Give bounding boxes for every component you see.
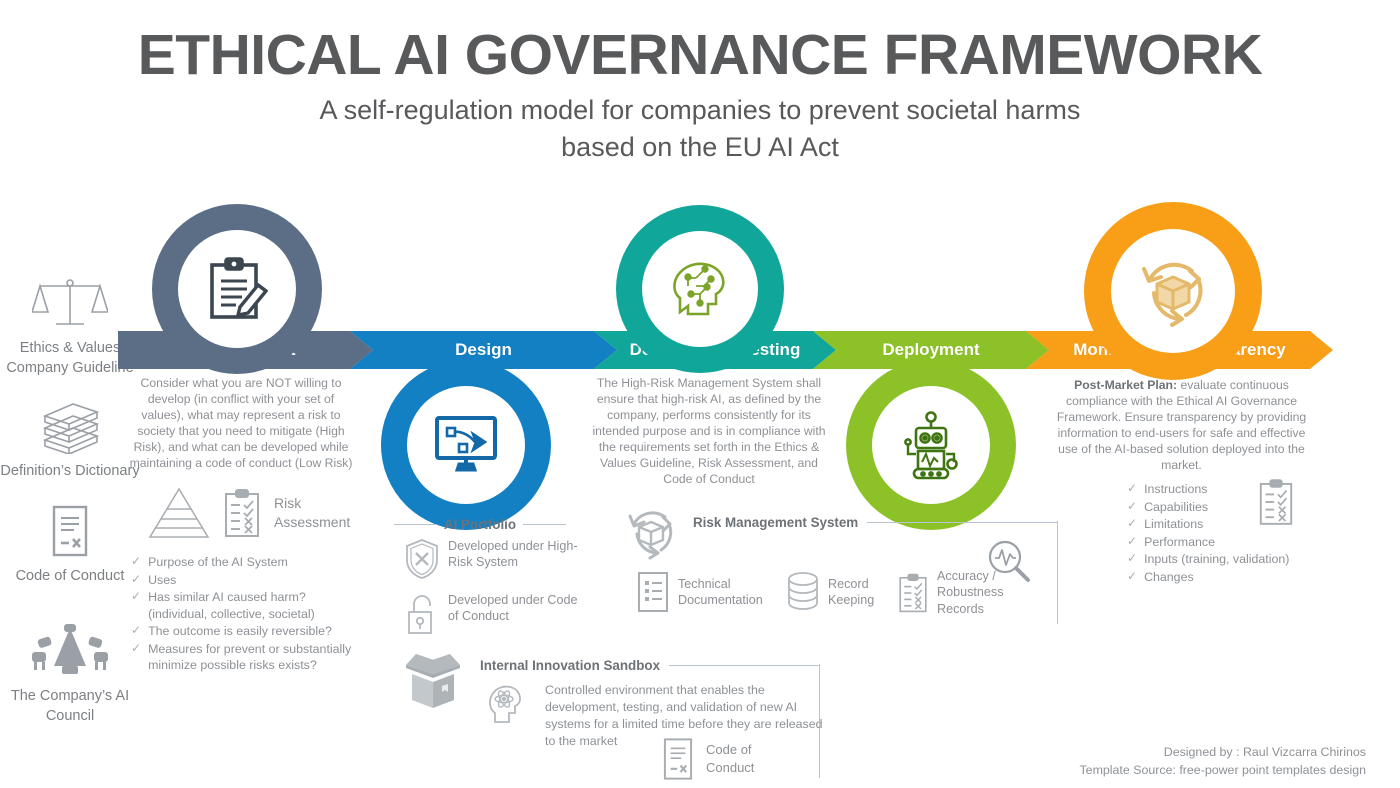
post-market-plan-label: Post-Market Plan: — [1074, 378, 1178, 392]
check-icon: ✓ — [131, 623, 142, 637]
robot-icon — [904, 411, 958, 480]
credit-designer: Designed by : Raul Vizcarra Chirinos — [1163, 745, 1366, 760]
ai-portfolio-title: AI Portfolio — [443, 517, 517, 532]
ai-portfolio-item-label: Developed under High-Risk System — [448, 539, 578, 570]
check-icon: ✓ — [131, 589, 142, 603]
assessment-checklist: ✓ Purpose of the AI System ✓ Uses ✓ Has sim… — [131, 554, 363, 675]
monitor-pen-tool-icon — [435, 416, 497, 472]
ai-portfolio-item-code-of-conduct: Developed under Code of Conduct — [404, 592, 579, 636]
rms-title: Risk Management System — [693, 515, 859, 530]
development-body-text: The High-Risk Management System shall en… — [592, 376, 826, 486]
rms-header: Risk Management System — [693, 515, 1058, 530]
stage-circle-monitoring[interactable] — [1084, 202, 1262, 380]
pyramid-icon — [148, 487, 210, 538]
document-code-icon — [0, 500, 140, 562]
stage-circle-development[interactable] — [616, 205, 784, 373]
checklist-clipboard-icon — [225, 489, 259, 537]
ai-portfolio-item-label: Developed under Code of Conduct — [448, 593, 578, 624]
atom-head-icon — [484, 678, 528, 731]
ai-portfolio-header: AI Portfolio — [394, 517, 566, 532]
open-box-icon — [396, 648, 470, 719]
magnifier-pulse-icon — [985, 537, 1033, 590]
monitoring-clipboard-icon — [1257, 478, 1295, 531]
assessment-risk-row: Risk Assessment — [148, 487, 350, 539]
check-icon: ✓ — [131, 640, 142, 655]
council-table-icon — [0, 620, 140, 682]
check-icon: ✓ — [131, 554, 142, 568]
check-icon: ✓ — [1127, 568, 1138, 583]
checklist-item: ✓ The outcome is easily reversible? — [131, 623, 332, 638]
scales-balance-icon — [0, 272, 140, 334]
check-icon: ✓ — [1127, 498, 1138, 513]
check-icon: ✓ — [1127, 533, 1138, 548]
check-icon: ✓ — [131, 571, 142, 586]
risk-assessment-label-1: Risk — [274, 495, 302, 512]
rms-item-label: Record Keeping — [828, 576, 875, 607]
page-title: ETHICAL AI GOVERNANCE FRAMEWORK — [137, 23, 1263, 87]
chevron-label: Deployment — [882, 340, 980, 359]
rms-package-recycle-outline-icon — [622, 504, 680, 567]
sandbox-code-of-conduct: Code of Conduct — [660, 736, 754, 782]
sandbox-title: Internal Innovation Sandbox — [480, 658, 661, 673]
sandbox-header: Internal Innovation Sandbox — [480, 658, 820, 673]
page-subtitle: A self-regulation model for companies to… — [0, 92, 1400, 167]
sidebar-item-ai-council[interactable]: The Company’s AI Council — [0, 620, 140, 726]
sidebar-item-label: The Company’s AI Council — [10, 688, 130, 724]
sidebar-item-label: Code of Conduct — [15, 568, 125, 584]
technical-doc-icon — [638, 572, 668, 612]
checklist-item: ✓ Measures for prevent or substantially m… — [131, 640, 352, 673]
stage-circle-design[interactable] — [381, 360, 551, 530]
checklist-item: ✓ Uses — [131, 571, 177, 587]
risk-assessment-label-2: Assessment — [274, 514, 351, 530]
credit-block: Designed by : Raul Vizcarra Chirinos Tem… — [1079, 744, 1366, 780]
credit-template-source: Template Source: free-power point templa… — [1079, 763, 1366, 778]
rms-bracket-line — [1057, 521, 1058, 624]
check-icon: ✓ — [1127, 551, 1138, 565]
monitoring-body-text: Post-Market Plan: evaluate continuous co… — [1055, 378, 1308, 474]
checklist-clipboard-icon — [899, 573, 927, 612]
chevron-label: Design — [455, 340, 512, 359]
sidebar-item-code-of-conduct[interactable]: Code of Conduct — [0, 500, 140, 586]
checklist-item: ✓ Changes — [1127, 568, 1194, 584]
checklist-item: ✓ Inputs (training, validation) — [1127, 551, 1290, 566]
check-icon: ✓ — [1127, 516, 1138, 530]
assessment-body-text: Consider what you are NOT willing to dev… — [129, 376, 353, 470]
ai-head-circuit-icon — [673, 262, 725, 316]
package-recycle-icon — [1142, 262, 1203, 327]
rms-item-record-keeping: Record Keeping — [786, 570, 888, 614]
stacked-books-icon — [0, 395, 140, 457]
monitoring-body-rest: evaluate continuous compliance with the … — [1056, 378, 1307, 472]
sidebar-item-dictionary[interactable]: Definition’s Dictionary — [0, 395, 140, 481]
document-code-icon — [663, 738, 693, 780]
code-of-conduct-label-1: Code of — [706, 742, 752, 758]
code-of-conduct-label-2: Conduct — [706, 760, 755, 775]
sidebar-item-label: Definition’s Dictionary — [0, 463, 140, 479]
database-icon — [788, 572, 818, 610]
checklist-item: ✓ Has similar AI caused harm? (individual… — [131, 589, 315, 621]
check-icon: ✓ — [1127, 481, 1138, 495]
stage-circle-assessment[interactable] — [152, 204, 322, 374]
rms-item-technical-documentation: Technical Documentation — [636, 570, 770, 614]
subtitle-line-1: A self-regulation model for companies to… — [319, 95, 1081, 125]
checklist-item: ✓ Purpose of the AI System — [131, 554, 288, 569]
shield-x-icon — [406, 539, 438, 579]
ai-portfolio-item-high-risk: Developed under High-Risk System — [404, 538, 579, 580]
clipboard-pencil-icon — [210, 257, 268, 319]
stage-circle-deployment[interactable] — [846, 360, 1016, 530]
open-padlock-icon — [408, 595, 432, 634]
rms-item-label: Technical Documentation — [678, 576, 763, 607]
checklist-item: ✓ Performance — [1127, 533, 1215, 549]
subtitle-line-2: based on the EU AI Act — [561, 132, 839, 163]
